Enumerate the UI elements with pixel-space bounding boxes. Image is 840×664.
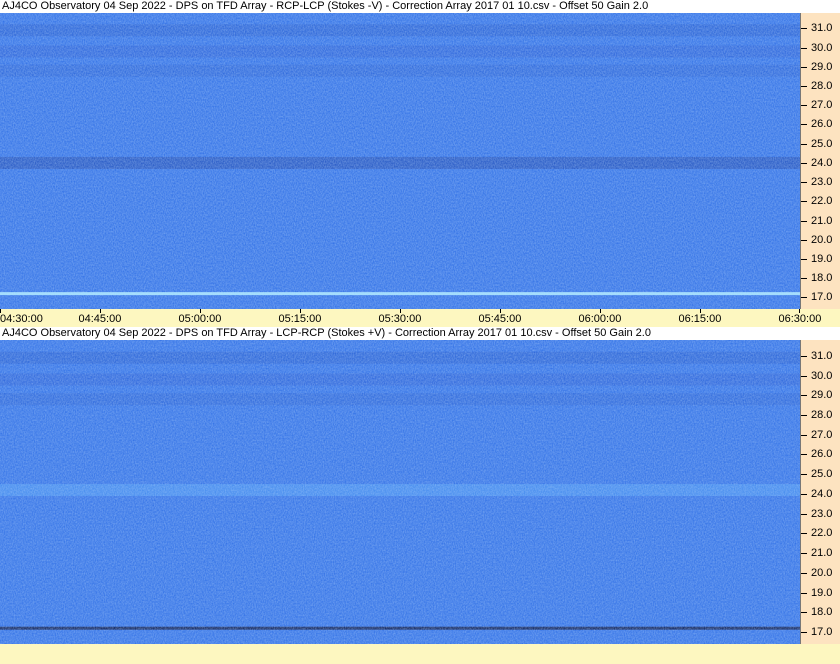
freq-tick xyxy=(801,434,807,436)
freq-tick xyxy=(801,395,807,397)
freq-tick xyxy=(801,375,807,377)
freq-tick-label: 26.0 xyxy=(811,118,833,131)
time-tick-label: 05:00:00 xyxy=(178,313,222,325)
freq-tick xyxy=(801,415,807,416)
bottom-time-strip xyxy=(0,644,840,664)
freq-tick xyxy=(801,297,807,299)
spectrogram-noise xyxy=(0,340,800,644)
freq-tick-label: 25.0 xyxy=(811,137,833,150)
freq-tick xyxy=(801,553,807,555)
freq-tick-label: 20.0 xyxy=(811,233,833,246)
freq-tick-label: 28.0 xyxy=(811,80,833,93)
time-tick-label: 04:30:00 xyxy=(0,313,43,325)
freq-tick xyxy=(801,201,807,203)
freq-tick-label: 25.0 xyxy=(811,468,833,481)
freq-tick xyxy=(801,355,807,357)
freq-tick xyxy=(801,124,807,126)
freq-tick xyxy=(801,572,807,574)
freq-tick xyxy=(801,162,807,164)
top-panel-title: AJ4CO Observatory 04 Sep 2022 - DPS on T… xyxy=(0,0,840,13)
time-tick-label: 04:45:00 xyxy=(78,313,122,325)
freq-tick xyxy=(801,278,807,280)
freq-tick xyxy=(801,493,807,495)
freq-tick-label: 29.0 xyxy=(811,60,833,73)
freq-tick xyxy=(801,182,807,184)
freq-tick xyxy=(801,28,807,30)
freq-tick xyxy=(801,47,807,49)
freq-tick-label: 24.0 xyxy=(811,487,833,500)
freq-tick xyxy=(801,474,807,476)
freq-tick-label: 19.0 xyxy=(811,253,833,266)
bottom-spectrogram xyxy=(0,340,800,644)
time-tick-label: 06:30:00 xyxy=(778,313,822,325)
freq-tick xyxy=(801,454,807,456)
freq-tick xyxy=(801,86,807,88)
freq-tick-label: 22.0 xyxy=(811,527,833,540)
freq-tick xyxy=(801,239,807,241)
freq-tick-label: 17.0 xyxy=(811,291,833,304)
time-tick-label: 05:45:00 xyxy=(478,313,522,325)
time-tick-label: 06:15:00 xyxy=(678,313,722,325)
time-axis: 04:30:00 04:45:00 05:00:00 05:15:00 05:30:00… xyxy=(0,309,840,327)
freq-tick-label: 20.0 xyxy=(811,566,833,579)
freq-tick-label: 29.0 xyxy=(811,389,833,402)
freq-tick-label: 22.0 xyxy=(811,195,833,208)
freq-tick-label: 21.0 xyxy=(811,214,833,227)
freq-tick xyxy=(801,592,807,594)
freq-tick xyxy=(801,105,807,107)
freq-tick-label: 21.0 xyxy=(811,547,833,560)
freq-tick-label: 27.0 xyxy=(811,99,833,112)
freq-tick-label: 31.0 xyxy=(811,22,833,35)
time-tick-label: 06:00:00 xyxy=(578,313,622,325)
freq-tick-label: 19.0 xyxy=(811,586,833,599)
freq-tick xyxy=(801,143,807,145)
freq-tick-label: 23.0 xyxy=(811,176,833,189)
freq-tick-label: 28.0 xyxy=(811,409,833,421)
freq-tick-label: 26.0 xyxy=(811,448,833,461)
freq-tick xyxy=(801,220,807,222)
freq-tick-label: 31.0 xyxy=(811,349,833,362)
freq-tick xyxy=(801,259,807,261)
time-tick-label: 05:30:00 xyxy=(378,313,422,325)
top-spectrogram xyxy=(0,13,800,309)
spectrogram-canvas xyxy=(0,13,800,309)
freq-tick xyxy=(801,533,807,535)
spectrogram-noise xyxy=(0,13,800,309)
freq-tick xyxy=(801,66,807,68)
freq-tick-label: 30.0 xyxy=(811,41,833,54)
freq-tick-label: 17.0 xyxy=(811,626,833,639)
freq-tick-label: 27.0 xyxy=(811,428,833,441)
freq-tick-label: 18.0 xyxy=(811,606,833,619)
spectrogram-canvas xyxy=(0,340,800,644)
time-tick-label: 05:15:00 xyxy=(278,313,322,325)
freq-tick xyxy=(801,632,807,634)
freq-tick xyxy=(801,612,807,614)
freq-tick-label: 23.0 xyxy=(811,507,833,520)
freq-tick-label: 24.0 xyxy=(811,156,833,169)
bottom-frequency-axis: 31.0 30.0 29.0 28.0 27.0 26.0 25.0 24.0 23.0 22.0… xyxy=(800,340,840,644)
top-frequency-axis: 31.0 30.0 29.0 28.0 27.0 26.0 25.0 24.0 23.0 22.0… xyxy=(800,13,840,309)
freq-tick-label: 18.0 xyxy=(811,272,833,285)
freq-tick-label: 30.0 xyxy=(811,369,833,382)
bottom-panel-title: AJ4CO Observatory 04 Sep 2022 - DPS on T… xyxy=(0,327,840,340)
freq-tick xyxy=(801,513,807,515)
